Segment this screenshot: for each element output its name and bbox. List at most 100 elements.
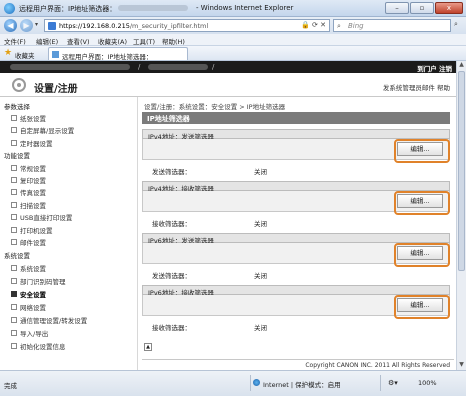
panel-title: IP地址筛选器: [142, 112, 450, 124]
rui-top-bar: / / 到门户 注销: [0, 61, 456, 73]
search-icon: ⌕: [337, 22, 341, 30]
section-ipv4-send-bar: 编辑...: [142, 139, 450, 163]
ie-logo-icon: [4, 3, 15, 14]
window-title: 远程用户界面：IP地址筛选器：: [19, 5, 117, 13]
menu-file[interactable]: 文件(F): [4, 36, 26, 46]
status-bar: 完成 Internet | 保护模式：启用 ⚙▾ 100%: [0, 370, 466, 396]
header-links[interactable]: 发系统管理员邮件 帮助: [383, 82, 450, 92]
sidebar-item-security[interactable]: 安全设置: [11, 289, 46, 299]
sidebar-group-function: 功能设置: [4, 152, 30, 160]
minimize-button[interactable]: –: [385, 2, 409, 14]
site-icon: [48, 22, 56, 30]
address-row: ◀ ▶ ▾ https://192.168.0.215/m_security_i…: [0, 17, 466, 34]
ipv6-receive-value: 关闭: [254, 324, 267, 332]
favorites-label[interactable]: 收藏夹: [15, 50, 35, 60]
device-name-redacted: [10, 64, 130, 70]
tab-page-icon: [52, 51, 59, 58]
tab-title: 远程用户界面：IP地址筛选器：: [62, 53, 153, 61]
page-title: 设置/注册: [34, 84, 78, 95]
ipv4-receive-row: 接收筛选器： 关闭: [152, 218, 267, 228]
portal-logout-links[interactable]: 到门户 注销: [417, 63, 452, 73]
favorites-star-icon[interactable]: ★: [4, 48, 12, 58]
location-redacted: [148, 64, 208, 70]
stop-icon[interactable]: ✕: [320, 21, 326, 29]
section-ipv6-send-bar: 编辑...: [142, 243, 450, 267]
ipv4-receive-value: 关闭: [254, 220, 267, 228]
ipv6-receive-label: 接收筛选器：: [152, 324, 191, 332]
footer-divider: [142, 359, 454, 360]
scroll-up-icon[interactable]: ▲: [457, 61, 466, 70]
sidebar-item-display[interactable]: 自定屏幕/显示设置: [10, 125, 74, 135]
section-ipv4-receive-title: IPv4地址：接收筛选器: [142, 181, 450, 193]
settings-gear-icon: [12, 78, 26, 92]
edit-ipv4-receive-button[interactable]: 编辑...: [394, 191, 450, 215]
sidebar-item-scan[interactable]: 扫描设置: [11, 200, 46, 210]
sidebar-item-copy[interactable]: 复印设置: [11, 175, 46, 185]
sidebar-item-fax[interactable]: 传真设置: [11, 187, 46, 197]
forward-icon[interactable]: ▶: [20, 19, 33, 32]
url-host: https://192.168.0.215: [59, 22, 130, 30]
breadcrumb: 设置/注册：系统设置：安全设置 > IP地址筛选器: [144, 103, 286, 111]
browser-tab[interactable]: 远程用户界面：IP地址筛选器：: [48, 47, 188, 61]
edit-ipv6-receive-button[interactable]: 编辑...: [394, 295, 450, 319]
menu-bar: 文件(F) 编辑(E) 查看(V) 收藏夹(A) 工具(T) 帮助(H): [0, 34, 466, 46]
main-panel: 设置/注册：系统设置：安全设置 > IP地址筛选器 IP地址筛选器 IPv4地址…: [142, 97, 454, 370]
section-ipv6-receive-bar: 编辑...: [142, 295, 450, 319]
menu-edit[interactable]: 编辑(E): [36, 36, 58, 46]
address-bar[interactable]: https://192.168.0.215/m_security_ipfilte…: [44, 19, 330, 32]
ipv4-send-row: 发送筛选器： 关闭: [152, 166, 267, 176]
menu-view[interactable]: 查看(V): [67, 36, 90, 46]
copyright-text: Copyright CANON INC. 2011 All Rights Res…: [305, 362, 450, 369]
vertical-scrollbar[interactable]: ▲ ▼: [456, 61, 466, 370]
section-ipv4-receive-bar: 编辑...: [142, 191, 450, 215]
status-text: 完成: [4, 382, 17, 390]
favorites-bar: ★ 收藏夹 远程用户界面：IP地址筛选器：: [0, 46, 466, 61]
section-ipv6-receive-title: IPv6地址：接收筛选器: [142, 285, 450, 297]
scroll-thumb[interactable]: [458, 71, 465, 271]
window-title-bar: 远程用户界面：IP地址筛选器： - Windows Internet Explo…: [0, 0, 466, 17]
ipv6-receive-row: 接收筛选器： 关闭: [152, 322, 267, 332]
protected-mode-icon[interactable]: ⚙▾: [388, 379, 398, 387]
section-ipv6-send-title: IPv6地址：发送筛选器: [142, 233, 450, 245]
sidebar-item-comm-forward[interactable]: 通信管理设置/转发设置: [10, 315, 87, 325]
sidebar-group-preferences: 参数选择: [4, 103, 30, 111]
ipv6-send-row: 发送筛选器： 关闭: [152, 270, 267, 280]
sidebar-item-general[interactable]: 常规设置: [11, 163, 46, 173]
section-ipv4-send-title: IPv4地址：发送筛选器: [142, 129, 450, 141]
menu-help[interactable]: 帮助(H): [162, 36, 185, 46]
to-top-icon[interactable]: ▲: [144, 343, 152, 351]
sidebar-item-system[interactable]: 系统设置: [11, 263, 46, 273]
edit-ipv4-send-button[interactable]: 编辑...: [394, 139, 450, 163]
rui-header: 设置/注册 发系统管理员邮件 帮助: [0, 73, 456, 97]
sidebar-group-system: 系统设置: [4, 252, 30, 260]
ipv4-receive-label: 接收筛选器：: [152, 220, 191, 228]
sidebar-item-initialize[interactable]: 初始化设置信息: [11, 341, 66, 351]
sidebar-item-import-export[interactable]: 导入/导出: [10, 328, 48, 338]
edit-ipv6-send-button[interactable]: 编辑...: [394, 243, 450, 267]
url-path: /m_security_ipfilter.html: [129, 22, 209, 30]
sidebar-item-paper[interactable]: 纸张设置: [11, 113, 46, 123]
sidebar-item-network[interactable]: 网络设置: [11, 302, 46, 312]
title-redacted: [118, 5, 188, 11]
history-dropdown-icon[interactable]: ▾: [35, 21, 38, 28]
sidebar: 参数选择 纸张设置 自定屏幕/显示设置 定时器设置 功能设置 常规设置 复印设置…: [0, 97, 138, 370]
ipv6-send-label: 发送筛选器：: [152, 272, 191, 280]
search-input[interactable]: ⌕ Bing: [333, 19, 451, 32]
sidebar-item-department[interactable]: 部门识别码管理: [11, 276, 66, 286]
menu-tools[interactable]: 工具(T): [133, 36, 155, 46]
lock-icon[interactable]: 🔒: [301, 21, 310, 29]
search-go-icon[interactable]: ⌕: [454, 20, 458, 29]
search-placeholder: Bing: [348, 22, 364, 30]
zoom-level[interactable]: 100%: [418, 379, 437, 387]
scroll-down-icon[interactable]: ▼: [457, 361, 466, 370]
refresh-icon[interactable]: ⟳: [312, 21, 318, 29]
close-button[interactable]: x: [435, 2, 463, 14]
menu-favorites[interactable]: 收藏夹(A): [98, 36, 127, 46]
sidebar-item-usb-print[interactable]: USB直接打印设置: [10, 212, 72, 222]
security-zone[interactable]: Internet | 保护模式：启用: [253, 379, 341, 389]
sidebar-item-timer[interactable]: 定时器设置: [11, 138, 53, 148]
sidebar-item-mail[interactable]: 邮件设置: [11, 237, 46, 247]
back-icon[interactable]: ◀: [4, 19, 17, 32]
sidebar-item-printer[interactable]: 打印机设置: [11, 225, 53, 235]
maximize-button[interactable]: ▫: [410, 2, 434, 14]
